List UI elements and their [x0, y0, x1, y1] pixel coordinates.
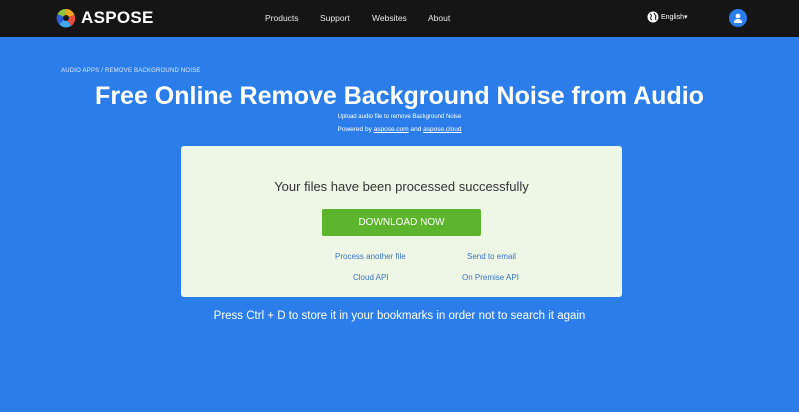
globe-icon: [647, 11, 659, 23]
user-icon: [734, 13, 742, 23]
status-message: Your files have been processed successfu…: [274, 179, 529, 194]
aspose-logo[interactable]: ASPOSE: [56, 6, 154, 30]
language-selector[interactable]: English ▾: [647, 11, 687, 23]
caret-down-icon: ▾: [683, 14, 688, 21]
brand-name: ASPOSE: [81, 8, 154, 27]
nav-products[interactable]: Products: [265, 13, 299, 23]
powered-and: and: [410, 126, 422, 133]
language-label: English: [661, 13, 684, 21]
breadcrumb: AUDIO APPS / REMOVE BACKGROUND NOISE: [61, 68, 201, 74]
result-card: Your files have been processed successfu…: [181, 146, 622, 297]
download-button[interactable]: DOWNLOAD NOW: [322, 209, 481, 236]
on-premise-api-link[interactable]: On Premise API: [462, 273, 519, 282]
send-email-link[interactable]: Send to email: [467, 252, 516, 261]
nav-support[interactable]: Support: [320, 13, 350, 23]
aspose-cloud-link[interactable]: aspose.cloud: [423, 126, 461, 133]
powered-by: Powered by aspose.com and aspose.cloud: [0, 126, 799, 133]
aspose-com-link[interactable]: aspose.com: [374, 126, 409, 133]
page-subtitle: Upload audio file to remove Background N…: [337, 114, 462, 120]
powered-prefix: Powered by: [337, 126, 372, 133]
cloud-api-link[interactable]: Cloud API: [353, 273, 389, 282]
page-title: Free Online Remove Background Noise from…: [95, 82, 704, 110]
aspose-logo-icon: [56, 8, 76, 28]
process-another-link[interactable]: Process another file: [335, 252, 406, 261]
nav-websites[interactable]: Websites: [372, 13, 407, 23]
bookmark-hint: Press Ctrl + D to store it in your bookm…: [213, 310, 586, 322]
navbar: ASPOSE Products Support Websites About E…: [0, 0, 799, 37]
user-account-button[interactable]: [729, 9, 747, 27]
nav-about[interactable]: About: [428, 13, 450, 23]
